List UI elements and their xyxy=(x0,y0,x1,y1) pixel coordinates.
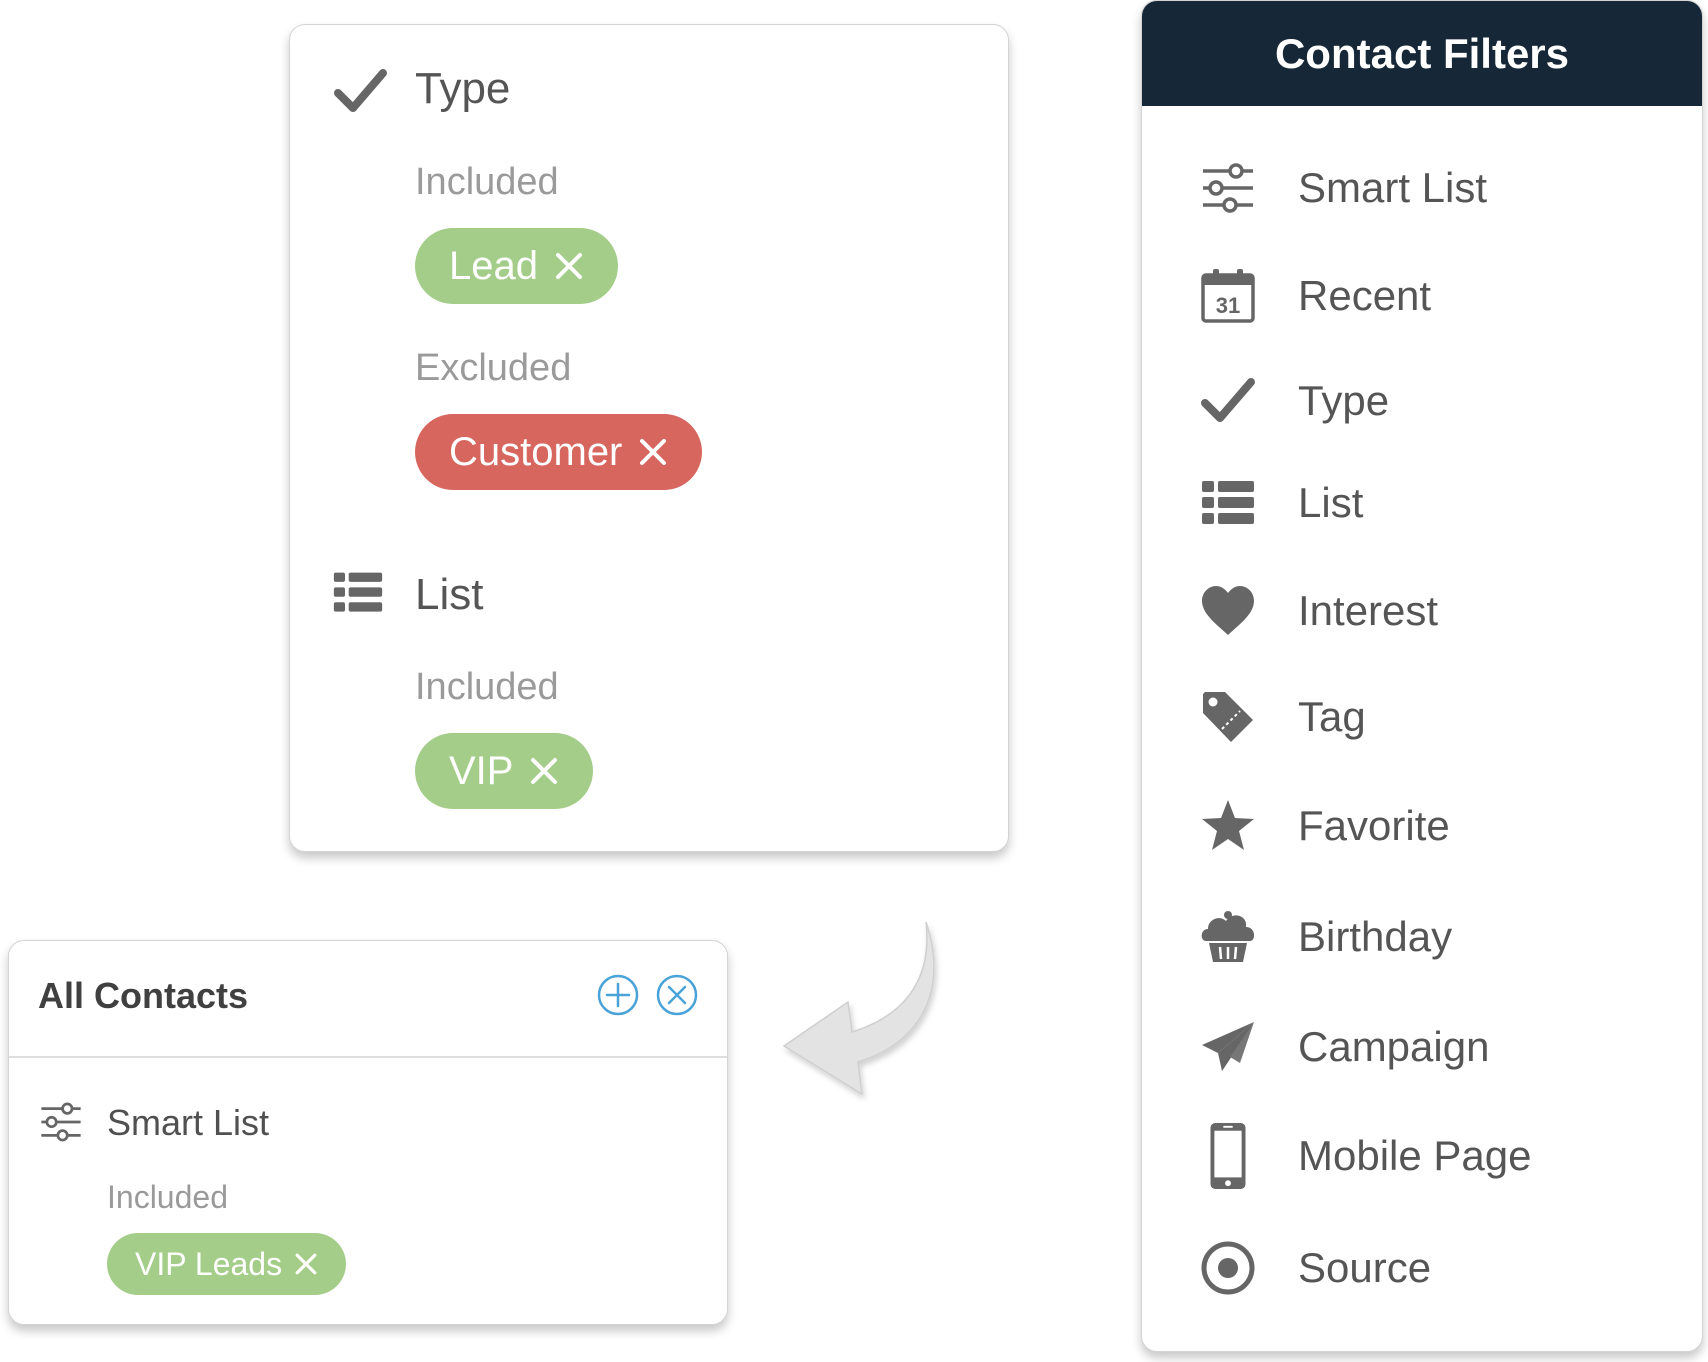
calendar-icon: 31 xyxy=(1201,269,1255,323)
heart-icon xyxy=(1202,586,1254,635)
filter-item-label: Tag xyxy=(1298,693,1366,740)
remove-chip-icon[interactable] xyxy=(638,437,668,467)
filter-item-label: List xyxy=(1298,479,1364,526)
filter-item-label: Mobile Page xyxy=(1298,1132,1532,1179)
target-icon xyxy=(1201,1241,1255,1295)
star-icon xyxy=(1202,800,1254,850)
sliders-icon xyxy=(41,1102,81,1142)
filter-item-label: Birthday xyxy=(1298,913,1453,960)
mobile-phone-icon xyxy=(1210,1122,1246,1190)
filter-item-label: Favorite xyxy=(1298,802,1450,849)
chip-label: Customer xyxy=(449,430,623,474)
filter-item-type[interactable]: Type xyxy=(1142,366,1702,436)
list-icon xyxy=(1202,481,1254,524)
filter-item-label: Recent xyxy=(1298,272,1432,319)
type-included-label: Included xyxy=(415,161,559,203)
vip-chip[interactable]: VIP xyxy=(415,733,594,809)
type-section-title: Type xyxy=(415,64,511,113)
remove-chip-icon[interactable] xyxy=(529,756,559,786)
filter-detail-card: Type Included Lead Excluded Customer Lis… xyxy=(289,24,1009,852)
filter-item-source[interactable]: Source xyxy=(1142,1233,1702,1303)
filter-item-label: Smart List xyxy=(1298,164,1488,211)
card-divider xyxy=(9,1056,727,1058)
type-excluded-label: Excluded xyxy=(415,347,572,389)
curved-arrow-icon xyxy=(782,921,935,1096)
list-included-label: Included xyxy=(415,666,559,708)
filter-item-mobile-page[interactable]: Mobile Page xyxy=(1142,1121,1702,1191)
check-icon xyxy=(1201,378,1255,422)
filter-item-campaign[interactable]: Campaign xyxy=(1142,1012,1702,1082)
chip-label: Lead xyxy=(449,244,538,288)
list-icon xyxy=(333,572,383,612)
customer-chip[interactable]: Customer xyxy=(415,414,703,490)
cupcake-icon xyxy=(1201,911,1255,962)
vip-leads-chip[interactable]: VIP Leads xyxy=(107,1233,347,1295)
remove-chip-icon[interactable] xyxy=(294,1252,318,1276)
contact-filters-header: Contact Filters xyxy=(1142,1,1702,106)
all-contacts-card: All Contacts Smart List Included VIP Lea… xyxy=(8,940,728,1325)
smart-list-title: Smart List xyxy=(107,1102,270,1143)
filter-item-label: Source xyxy=(1298,1244,1432,1291)
filter-item-interest[interactable]: Interest xyxy=(1142,576,1702,646)
list-section-title: List xyxy=(415,570,484,619)
plus-circle-icon[interactable] xyxy=(596,973,640,1017)
filter-item-smart-list[interactable]: Smart List xyxy=(1142,153,1702,223)
calendar-day-text: 31 xyxy=(1216,293,1240,318)
filter-item-birthday[interactable]: Birthday xyxy=(1142,902,1702,972)
sliders-icon xyxy=(1203,163,1253,213)
lead-chip[interactable]: Lead xyxy=(415,228,618,304)
all-contacts-title: All Contacts xyxy=(38,975,249,1016)
x-circle-icon[interactable] xyxy=(655,973,699,1017)
check-icon xyxy=(334,69,387,112)
filter-item-list[interactable]: List xyxy=(1142,468,1702,538)
contact-filters-panel: Contact Filters Smart List 31 Recent Typ… xyxy=(1141,0,1703,1352)
paper-plane-icon xyxy=(1202,1022,1254,1071)
remove-chip-icon[interactable] xyxy=(554,251,584,281)
filter-item-favorite[interactable]: Favorite xyxy=(1142,791,1702,861)
filter-item-label: Type xyxy=(1298,377,1390,424)
filter-item-recent[interactable]: 31 Recent xyxy=(1142,261,1702,331)
tag-icon xyxy=(1203,692,1253,742)
smart-list-included-label: Included xyxy=(107,1179,228,1215)
filter-item-label: Campaign xyxy=(1298,1023,1490,1070)
filter-item-label: Interest xyxy=(1298,587,1439,634)
chip-label: VIP Leads xyxy=(135,1246,283,1282)
chip-label: VIP xyxy=(449,749,514,793)
filter-item-tag[interactable]: Tag xyxy=(1142,682,1702,752)
